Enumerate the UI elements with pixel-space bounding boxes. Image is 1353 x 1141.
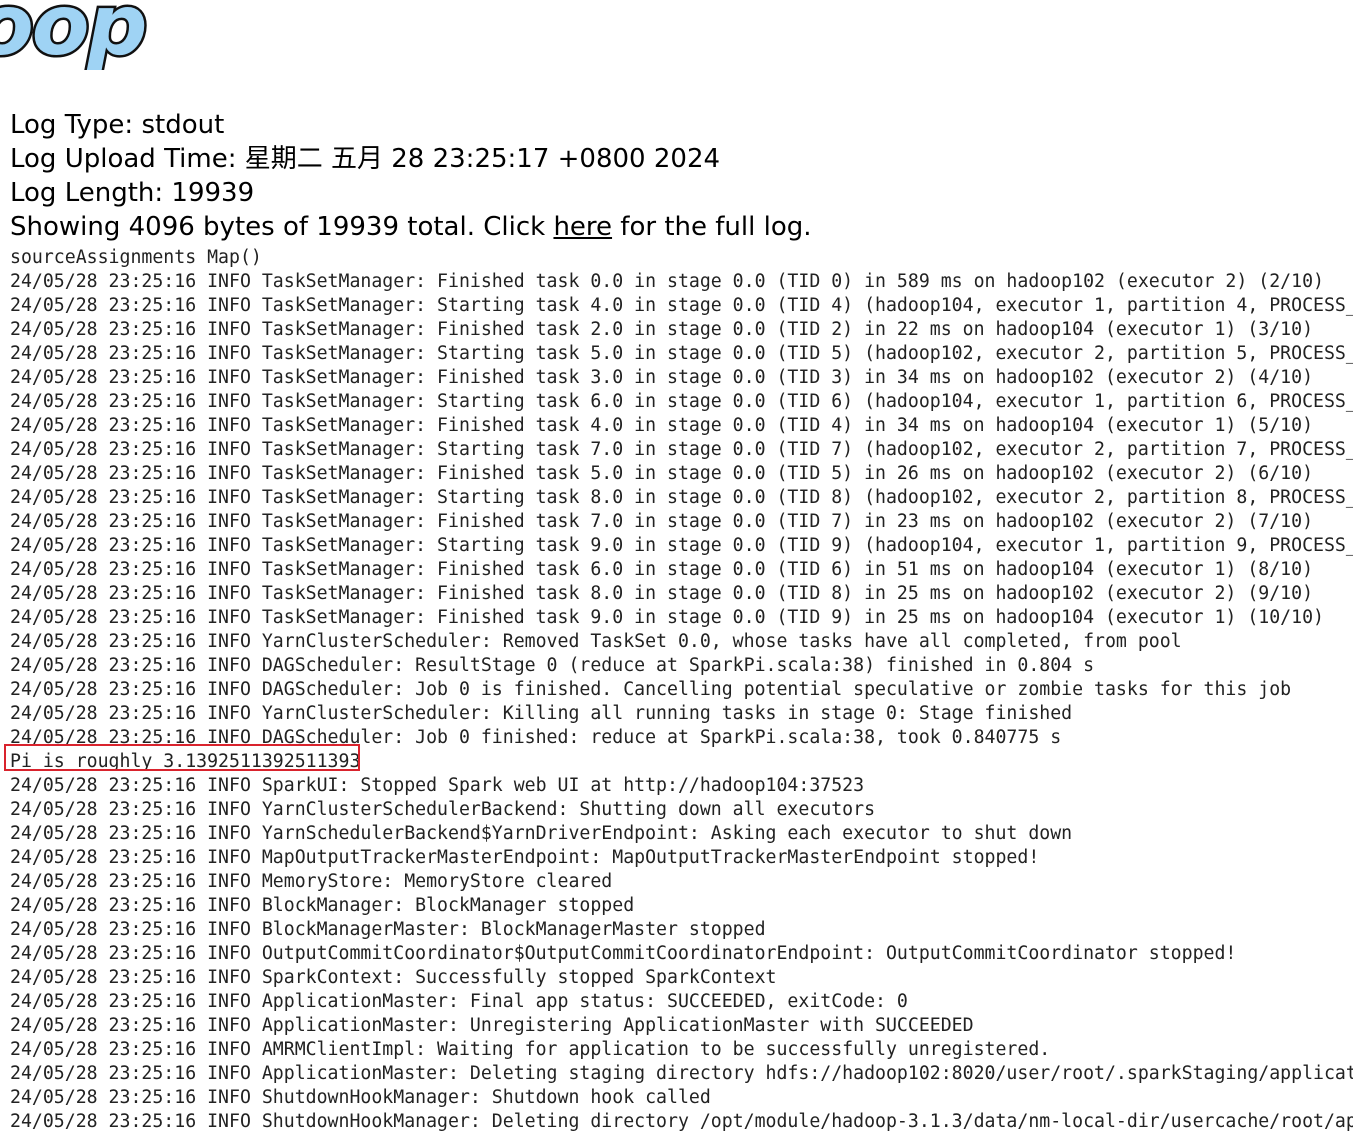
log-showing: Showing 4096 bytes of 19939 total. Click… [10,210,812,244]
log-line: 24/05/28 23:25:16 INFO MapOutputTrackerM… [10,847,1040,868]
log-line: 24/05/28 23:25:16 INFO TaskSetManager: S… [10,343,1353,364]
log-line: 24/05/28 23:25:16 INFO YarnClusterSchedu… [10,799,876,820]
hadoop-logo-text: oop [0,0,146,70]
log-line: 24/05/28 23:25:16 INFO TaskSetManager: F… [10,463,1314,484]
log-length: Log Length: 19939 [10,178,255,208]
log-showing-prefix: Showing 4096 bytes of 19939 total. Click [10,212,554,242]
full-log-link[interactable]: here [553,212,612,242]
log-line: 24/05/28 23:25:16 INFO OutputCommitCoord… [10,943,1237,964]
log-line: 24/05/28 23:25:16 INFO ApplicationMaster… [10,1063,1353,1084]
log-line: 24/05/28 23:25:16 INFO BlockManagerMaste… [10,919,766,940]
log-line: 24/05/28 23:25:16 INFO ApplicationMaster… [10,991,908,1012]
log-line: 24/05/28 23:25:16 INFO TaskSetManager: S… [10,535,1353,556]
log-line: 24/05/28 23:25:16 INFO YarnSchedulerBack… [10,823,1073,844]
log-line: 24/05/28 23:25:16 INFO BlockManager: Blo… [10,895,635,916]
log-line: 24/05/28 23:25:16 INFO TaskSetManager: F… [10,367,1314,388]
log-upload-time: Log Upload Time: 星期二 五月 28 23:25:17 +080… [10,144,721,174]
log-line: 24/05/28 23:25:16 INFO TaskSetManager: S… [10,295,1353,316]
log-line: 24/05/28 23:25:16 INFO TaskSetManager: S… [10,439,1353,460]
log-line: 24/05/28 23:25:16 INFO TaskSetManager: F… [10,319,1314,340]
log-line: 24/05/28 23:25:16 INFO ShutdownHookManag… [10,1111,1353,1132]
log-line: 24/05/28 23:25:16 INFO ShutdownHookManag… [10,1087,711,1108]
log-line: 24/05/28 23:25:16 INFO TaskSetManager: F… [10,559,1314,580]
log-line: 24/05/28 23:25:16 INFO AMRMClientImpl: W… [10,1039,1051,1060]
log-meta: Log Type: stdout Log Upload Time: 星期二 五月… [10,108,812,244]
log-line: 24/05/28 23:25:16 INFO TaskSetManager: F… [10,583,1314,604]
log-line: 24/05/28 23:25:16 INFO TaskSetManager: S… [10,391,1353,412]
log-line: 24/05/28 23:25:16 INFO ApplicationMaster… [10,1015,974,1036]
log-line: 24/05/28 23:25:16 INFO YarnClusterSchedu… [10,703,1073,724]
log-type: Log Type: stdout [10,110,225,140]
log-showing-suffix: for the full log. [612,212,812,242]
log-line: 24/05/28 23:25:16 INFO TaskSetManager: F… [10,511,1314,532]
log-line: 24/05/28 23:25:16 INFO TaskSetManager: F… [10,415,1314,436]
log-line: 24/05/28 23:25:16 INFO DAGScheduler: Res… [10,655,1095,676]
log-line: 24/05/28 23:25:16 INFO TaskSetManager: S… [10,487,1353,508]
log-output: sourceAssignments Map() 24/05/28 23:25:16… [10,246,1353,1134]
log-line: 24/05/28 23:25:16 INFO SparkContext: Suc… [10,967,777,988]
log-line: 24/05/28 23:25:16 INFO MemoryStore: Memo… [10,871,613,892]
log-line: 24/05/28 23:25:16 INFO TaskSetManager: F… [10,607,1324,628]
log-line: sourceAssignments Map() [10,247,262,268]
hadoop-logo: oop [0,0,150,70]
log-line: 24/05/28 23:25:16 INFO SparkUI: Stopped … [10,775,865,796]
log-line: 24/05/28 23:25:16 INFO DAGScheduler: Job… [10,679,1292,700]
log-line: 24/05/28 23:25:16 INFO TaskSetManager: F… [10,271,1324,292]
log-line: 24/05/28 23:25:16 INFO DAGScheduler: Job… [10,727,1062,748]
log-line: Pi is roughly 3.1392511392511393 [10,751,361,772]
log-line: 24/05/28 23:25:16 INFO YarnClusterSchedu… [10,631,1182,652]
